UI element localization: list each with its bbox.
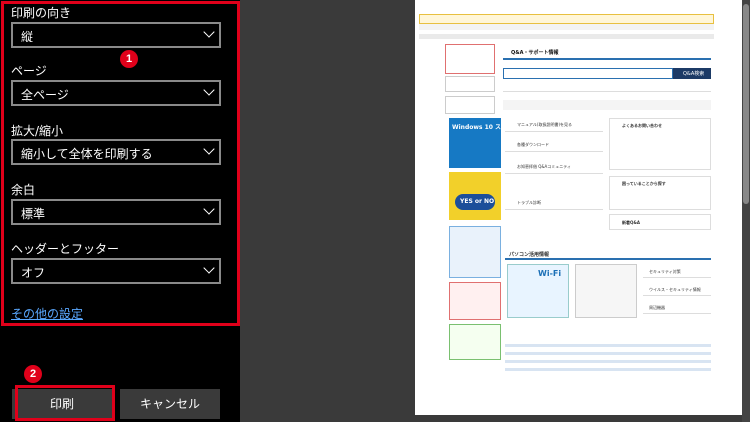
preview-newqa-header: 新着Q&A — [622, 220, 640, 225]
print-dialog: Q&A・サポート情報 Q&A検索 Windows 10 スタートガイド YES … — [0, 0, 750, 422]
more-settings-link[interactable]: その他の設定 — [11, 305, 83, 322]
chevron-down-icon — [203, 203, 215, 215]
chevron-down-icon — [203, 26, 215, 38]
preview-windows10-banner: Windows 10 スタートガイド — [449, 118, 537, 168]
margins-value: 標準 — [21, 207, 46, 221]
preview-scrollbar-thumb[interactable] — [743, 4, 749, 204]
preview-login-box — [445, 44, 495, 74]
chevron-down-icon — [203, 262, 215, 274]
scale-label: 拡大/縮小 — [11, 124, 64, 138]
chevron-down-icon — [203, 84, 215, 96]
header-footer-select[interactable]: オフ — [11, 258, 221, 284]
pages-select[interactable]: 全ページ — [11, 80, 221, 106]
margins-label: 余白 — [11, 183, 36, 197]
preview-search-box — [503, 68, 673, 79]
orientation-value: 縦 — [21, 30, 34, 44]
chevron-down-icon — [203, 143, 215, 155]
preview-top-banner — [419, 14, 714, 24]
scale-value: 縮小して全体を印刷する — [21, 147, 153, 161]
preview-menu-community: お知恵拝借 Q&Aコミュニティ — [517, 164, 572, 169]
scale-select[interactable]: 縮小して全体を印刷する — [11, 139, 221, 165]
annotation-badge-1: 1 — [120, 50, 138, 68]
annotation-badge-2: 2 — [24, 365, 42, 383]
print-button[interactable]: 印刷 — [12, 389, 112, 419]
header-footer-value: オフ — [21, 266, 46, 280]
preview-section-title: パソコン活用情報 — [509, 252, 550, 258]
preview-menu-download: 各種ダウンロード — [517, 142, 549, 147]
margins-select[interactable]: 標準 — [11, 199, 221, 225]
print-preview-page: Q&A・サポート情報 Q&A検索 Windows 10 スタートガイド YES … — [415, 0, 748, 415]
preview-wifi-image: Wi-Fi — [507, 264, 569, 318]
orientation-select[interactable]: 縦 — [11, 22, 221, 48]
preview-menu-trouble: トラブル診断 — [517, 200, 541, 205]
header-footer-label: ヘッダーとフッター — [11, 242, 120, 256]
cancel-button[interactable]: キャンセル — [120, 389, 220, 419]
preview-trouble-header: 困っていることから探す — [622, 181, 666, 186]
preview-yesno-banner: YES or NO — [449, 172, 501, 220]
pages-label: ページ — [11, 64, 47, 78]
preview-faq-header: よくあるお問い合わせ — [622, 123, 662, 128]
preview-search-button: Q&A検索 — [683, 71, 705, 77]
preview-site-title: Q&A・サポート情報 — [511, 50, 559, 56]
pages-value: 全ページ — [21, 88, 69, 102]
preview-menu-manual: マニュアル(取扱説明書)を見る — [517, 122, 573, 127]
print-settings-panel: 印刷の向き 縦 ページ 全ページ 拡大/縮小 縮小して全体を印刷する 余白 標準… — [0, 0, 240, 422]
orientation-label: 印刷の向き — [11, 6, 72, 20]
